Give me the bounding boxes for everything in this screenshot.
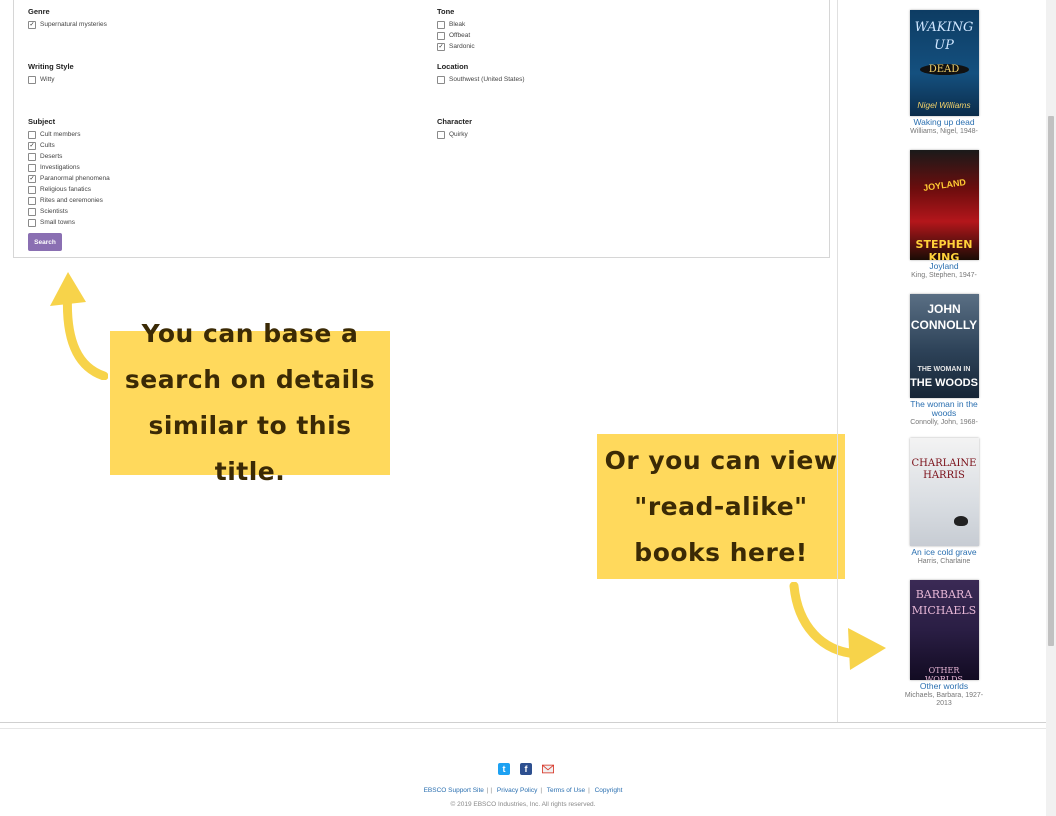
checkbox[interactable] (437, 130, 445, 139)
footer-divider (0, 722, 1046, 723)
column-divider (837, 0, 838, 722)
readalike-item[interactable]: JOYLAND STEPHEN KING Joyland King, Steph… (900, 150, 988, 280)
book-cover[interactable]: CHARLAINE HARRIS (909, 438, 979, 546)
facet-option[interactable]: Witty (28, 74, 74, 85)
checkbox[interactable] (28, 152, 36, 161)
facet-option[interactable]: Rites and ceremonies (28, 195, 110, 206)
book-cover[interactable]: WAKING UP DEAD Nigel Williams (909, 10, 979, 116)
facet-option[interactable]: Investigations (28, 162, 110, 173)
checkbox[interactable] (28, 163, 36, 172)
facet-location: Location Southwest (United States) (437, 62, 525, 85)
book-title-link[interactable]: Waking up dead (900, 118, 988, 127)
facet-option[interactable]: ✓ Paranormal phenomena (28, 173, 110, 184)
facet-heading: Genre (28, 7, 50, 16)
footer-divider (0, 728, 1046, 729)
callout-line: "read-alike" (634, 491, 808, 521)
book-author: Michaels, Barbara, 1927-2013 (904, 692, 984, 707)
book-cover[interactable]: JOYLAND STEPHEN KING (909, 150, 979, 260)
facet-genre: Genre ✓ Supernatural mysteries (28, 7, 107, 30)
checkbox[interactable] (437, 75, 445, 84)
facet-heading: Tone (437, 7, 455, 16)
checkbox[interactable] (28, 207, 36, 216)
callout-right: Or you can view "read-alike" books here! (597, 434, 845, 579)
callout-line: search on details (124, 365, 376, 394)
facet-subject: Subject Cult members ✓ Cults Deserts Inve… (28, 117, 110, 228)
facet-option[interactable]: ✓ Sardonic (437, 41, 475, 52)
book-title-link[interactable]: Joyland (900, 262, 988, 271)
book-author: Williams, Nigel, 1948- (910, 128, 978, 135)
facet-option[interactable]: Cult members (28, 129, 110, 140)
checkbox[interactable] (28, 196, 36, 205)
facet-option[interactable]: ✓ Supernatural mysteries (28, 19, 107, 30)
facet-heading: Writing Style (28, 62, 74, 71)
book-title-link[interactable]: The woman in the woods (900, 400, 988, 418)
checkbox[interactable] (28, 218, 36, 227)
facet-option[interactable]: ✓ Cults (28, 140, 110, 151)
search-button[interactable]: Search (28, 233, 62, 251)
arrow-up-icon (50, 272, 108, 380)
footer-link-privacy[interactable]: Privacy Policy (497, 787, 537, 794)
footer-links: EBSCO Support Site | | Privacy Policy | Te… (423, 787, 623, 794)
checkbox[interactable]: ✓ (437, 42, 445, 51)
similar-search-panel (13, 0, 830, 258)
facet-option[interactable]: Scientists (28, 206, 110, 217)
checkbox[interactable]: ✓ (28, 20, 36, 29)
book-title-link[interactable]: Other worlds (900, 682, 988, 691)
checkbox[interactable]: ✓ (28, 141, 36, 150)
checkbox[interactable]: ✓ (28, 174, 36, 183)
readalike-item[interactable]: JOHN CONNOLLY THE WOMAN IN THE WOODS The… (900, 294, 988, 427)
checkbox[interactable] (28, 75, 36, 84)
facet-option[interactable]: Bleak (437, 19, 475, 30)
callout-line: You can base a (141, 319, 359, 348)
book-title-link[interactable]: An ice cold grave (900, 548, 988, 557)
facet-heading: Character (437, 117, 473, 126)
footer-link-support[interactable]: EBSCO Support Site (424, 787, 484, 794)
facet-option[interactable]: Small towns (28, 217, 110, 228)
readalike-item[interactable]: CHARLAINE HARRIS An ice cold grave Harri… (900, 438, 988, 566)
checkbox[interactable] (28, 185, 36, 194)
facet-heading: Subject (28, 117, 56, 126)
facet-heading: Location (437, 62, 469, 71)
facet-option[interactable]: Quirky (437, 129, 472, 140)
readalike-item[interactable]: BARBARA MICHAELS OTHER WORLDS Other worl… (900, 580, 988, 708)
callout-line: similar to this title. (148, 411, 352, 486)
scrollbar-thumb[interactable] (1048, 116, 1054, 646)
book-author: King, Stephen, 1947- (911, 272, 977, 279)
arrow-right-icon (789, 582, 886, 670)
facet-writing-style: Writing Style Witty (28, 62, 74, 85)
book-cover[interactable]: JOHN CONNOLLY THE WOMAN IN THE WOODS (909, 294, 979, 398)
social-links: t f (498, 763, 554, 775)
callout-left: You can base a search on details similar… (110, 319, 390, 486)
facet-option[interactable]: Religious fanatics (28, 184, 110, 195)
facet-option[interactable]: Offbeat (437, 30, 475, 41)
facet-tone: Tone Bleak Offbeat ✓ Sardonic (437, 7, 475, 52)
scrollbar[interactable] (1046, 0, 1056, 816)
checkbox[interactable] (28, 130, 36, 139)
checkbox[interactable] (437, 20, 445, 29)
checkbox[interactable] (437, 31, 445, 40)
email-icon[interactable] (542, 763, 554, 775)
facet-option[interactable]: Deserts (28, 151, 110, 162)
book-author: Connolly, John, 1968- (910, 419, 978, 426)
readalike-item[interactable]: WAKING UP DEAD Nigel Williams Waking up … (900, 10, 988, 136)
book-cover[interactable]: BARBARA MICHAELS OTHER WORLDS (909, 580, 979, 680)
callout-line: books here! (634, 537, 808, 567)
footer-link-copyright[interactable]: Copyright (595, 787, 623, 794)
facebook-icon[interactable]: f (520, 763, 532, 775)
facet-option[interactable]: Southwest (United States) (437, 74, 525, 85)
book-author: Harris, Charlaine (917, 558, 971, 565)
twitter-icon[interactable]: t (498, 763, 510, 775)
facet-character: Character Quirky (437, 117, 472, 140)
copyright-notice: © 2019 EBSCO Industries, Inc. All rights… (450, 801, 596, 808)
callout-line: Or you can view (604, 445, 838, 475)
footer-link-terms[interactable]: Terms of Use (547, 787, 585, 794)
